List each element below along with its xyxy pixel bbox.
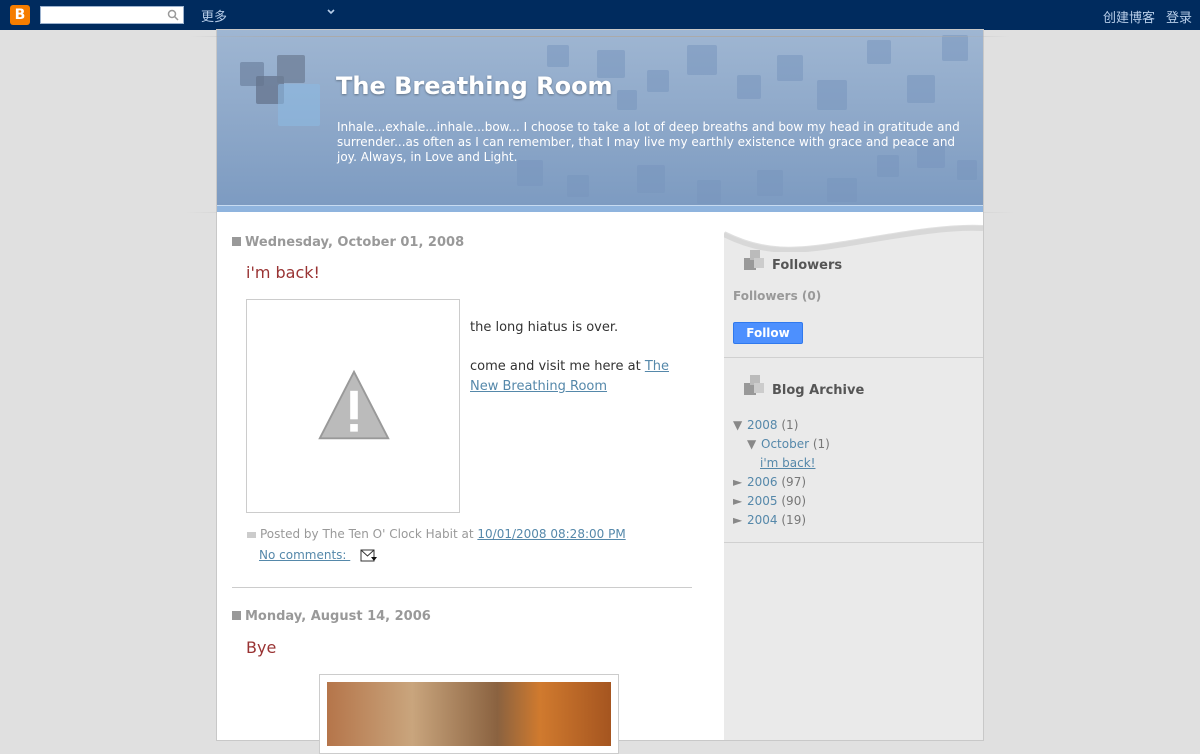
post-date: Wednesday, October 01, 2008 [245,235,465,250]
archive-link[interactable]: 2005 [747,494,778,508]
blog-archive-title: Blog Archive [772,383,865,398]
archive-year-2005: ► 2005 (90) [733,494,806,508]
expand-down-icon[interactable]: ▼ [733,418,747,432]
archive-year-2004: ► 2004 (19) [733,513,806,527]
sidebar-wave-decoration [724,212,983,252]
archive-count: (1) [781,418,799,432]
widget-icon [744,375,764,395]
small-icon [247,532,256,538]
post-divider [232,587,692,588]
post-title[interactable]: Bye [246,638,276,657]
header-bottom-bar [217,205,983,212]
archive-count: (19) [781,513,807,527]
archive-count: (1) [812,437,830,451]
sidebar-separator [724,542,983,543]
comments-link[interactable]: No comments: [259,548,350,562]
chevron-down-icon[interactable] [326,7,336,17]
header-logo-square [278,84,320,126]
archive-year-2008: ▼ 2008 (1) [733,418,798,432]
archive-post-link[interactable]: i'm back! [760,456,815,470]
followers-title: Followers [772,258,843,273]
archive-month-october: ▼ October (1) [747,437,830,451]
archive-count: (90) [781,494,807,508]
collapse-icon[interactable] [232,611,241,620]
divider [190,36,1010,37]
top-navbar: 更多 创建博客 登录 [0,0,1200,30]
archive-count: (97) [781,475,807,489]
post-date-header: Monday, August 14, 2006 [232,609,431,624]
archive-link[interactable]: 2008 [747,418,778,432]
collapse-icon[interactable] [232,237,241,246]
post-timestamp-link[interactable]: 10/01/2008 08:28:00 PM [477,527,625,541]
blog-header [217,30,983,205]
photo-content [327,682,611,746]
header-logo-square [277,55,305,83]
post-author-line: Posted by The Ten O' Clock Habit at 10/0… [247,524,697,545]
post-body: the long hiatus is over. come and visit … [470,318,685,416]
create-blog-link[interactable]: 创建博客 [1103,7,1155,26]
expand-right-icon[interactable]: ► [733,513,747,527]
expand-down-icon[interactable]: ▼ [747,437,761,451]
post-title[interactable]: i'm back! [246,263,320,282]
blogger-logo-icon[interactable] [10,5,30,25]
expand-right-icon[interactable]: ► [733,475,747,489]
posted-by: Posted by The Ten O' Clock Habit at [260,527,478,541]
post-text-prefix: come and visit me here at [470,359,645,374]
widget-icon [744,250,764,270]
post-comments-line: No comments: [247,545,697,566]
search-input[interactable] [40,6,184,24]
archive-year-2006: ► 2006 (97) [733,475,806,489]
archive-link[interactable]: 2004 [747,513,778,527]
email-post-icon[interactable] [360,549,378,563]
blog-title[interactable]: The Breathing Room [336,72,613,100]
post-photo[interactable] [319,674,619,754]
login-link[interactable]: 登录 [1166,7,1192,26]
warning-icon [318,369,390,440]
post-date-header: Wednesday, October 01, 2008 [232,235,464,250]
expand-right-icon[interactable]: ► [733,494,747,508]
archive-link[interactable]: October [761,437,809,451]
broken-image-placeholder[interactable] [246,299,460,513]
archive-link[interactable]: 2006 [747,475,778,489]
search-icon[interactable] [167,9,179,21]
blog-description: Inhale...exhale...inhale...bow... I choo… [337,120,960,164]
post-date: Monday, August 14, 2006 [245,609,431,624]
archive-post: i'm back! [760,456,815,470]
sidebar-separator [724,357,983,358]
more-menu[interactable]: 更多 [201,6,227,25]
post-footer: Posted by The Ten O' Clock Habit at 10/0… [247,524,697,566]
post-text: come and visit me here at The New Breath… [470,357,685,397]
follow-button[interactable]: Follow [733,322,803,344]
followers-count: Followers (0) [733,289,822,303]
post-text: the long hiatus is over. [470,320,619,335]
